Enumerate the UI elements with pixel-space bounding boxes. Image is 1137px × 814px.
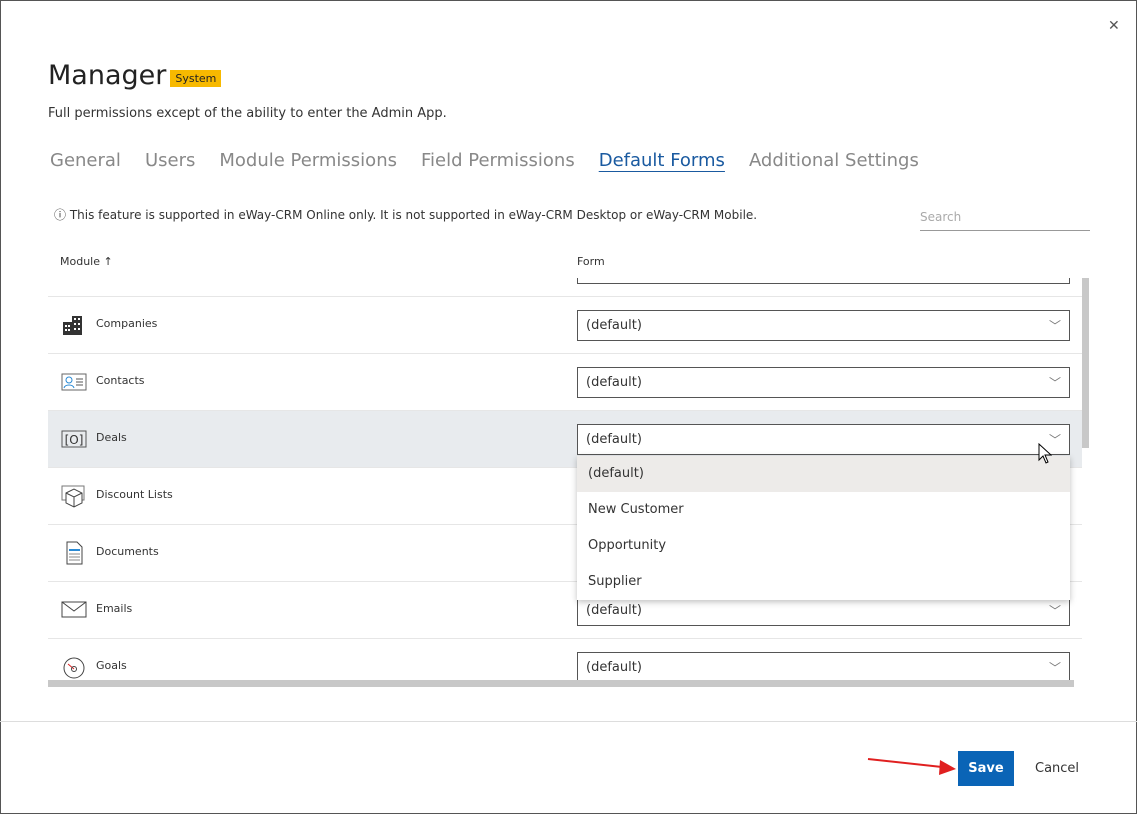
- module-name: Documents: [96, 545, 159, 558]
- info-message: ⓘ This feature is supported in eWay-CRM …: [54, 208, 758, 222]
- dropdown-option-opportunity[interactable]: Opportunity: [577, 528, 1070, 564]
- buildings-icon: [61, 313, 87, 337]
- chevron-down-icon: ﹀: [1048, 661, 1061, 675]
- table-row: Goals (default) ﹀: [48, 639, 1082, 680]
- svg-text:[O]: [O]: [65, 433, 84, 447]
- close-icon[interactable]: ✕: [1108, 18, 1120, 34]
- box-icon: [61, 484, 87, 508]
- document-icon: [61, 541, 87, 565]
- tab-field-permissions[interactable]: Field Permissions: [421, 150, 575, 171]
- form-select[interactable]: (default) ﹀: [577, 310, 1070, 341]
- module-name: Companies: [96, 317, 158, 330]
- table-row: Contacts (default) ﹀: [48, 354, 1082, 411]
- chevron-down-icon: ﹀: [1048, 604, 1061, 618]
- dropdown-option-default[interactable]: (default): [577, 456, 1070, 492]
- form-select-value: (default): [586, 603, 642, 618]
- page-title: Manager System: [48, 60, 222, 91]
- form-select-value: (default): [586, 432, 642, 447]
- module-name: Goals: [96, 659, 127, 672]
- chevron-down-icon: ﹀: [1048, 376, 1061, 390]
- table-row: Companies (default) ﹀: [48, 297, 1082, 354]
- role-name: Manager: [48, 60, 167, 91]
- chevron-down-icon: ﹀: [1048, 319, 1061, 333]
- dropdown-option-new-customer[interactable]: New Customer: [577, 492, 1070, 528]
- tab-bar: General Users Module Permissions Field P…: [50, 150, 919, 171]
- horizontal-scrollbar[interactable]: [48, 680, 1074, 687]
- deal-icon: [O]: [61, 427, 87, 451]
- footer-divider: [0, 721, 1137, 722]
- column-header-form: Form: [577, 255, 605, 268]
- module-name: Discount Lists: [96, 488, 173, 501]
- column-header-module-label: Module ↑: [60, 255, 113, 268]
- module-name: Contacts: [96, 374, 145, 387]
- form-select[interactable]: (default) ﹀: [577, 367, 1070, 398]
- column-header-module[interactable]: Module ↑: [60, 255, 113, 268]
- envelope-icon: [61, 598, 87, 622]
- gauge-icon: [61, 655, 87, 679]
- tab-additional-settings[interactable]: Additional Settings: [749, 150, 919, 171]
- module-name: Emails: [96, 602, 133, 615]
- annotation-arrow-icon: [867, 758, 956, 775]
- form-select[interactable]: (default)﹀: [577, 424, 1070, 455]
- module-name: Deals: [96, 431, 127, 444]
- form-select-value: (default): [586, 660, 642, 675]
- form-select[interactable]: (default) ﹀: [577, 652, 1070, 680]
- search-input[interactable]: [920, 203, 1090, 231]
- dropdown-option-supplier[interactable]: Supplier: [577, 564, 1070, 600]
- save-button[interactable]: Save: [958, 751, 1014, 786]
- tab-users[interactable]: Users: [145, 150, 195, 171]
- tab-module-permissions[interactable]: Module Permissions: [219, 150, 397, 171]
- tab-general[interactable]: General: [50, 150, 121, 171]
- form-dropdown-list: (default) New Customer Opportunity Suppl…: [577, 456, 1070, 600]
- table-row: [48, 278, 1082, 297]
- vertical-scrollbar[interactable]: [1082, 278, 1089, 448]
- form-select-value: (default): [586, 375, 642, 390]
- system-badge: System: [170, 70, 222, 87]
- form-select-value: (default): [586, 318, 642, 333]
- pointer-cursor-icon: [1038, 443, 1052, 464]
- tab-default-forms[interactable]: Default Forms: [599, 150, 725, 171]
- contact-card-icon: [61, 370, 87, 394]
- form-select[interactable]: [577, 278, 1070, 284]
- role-description: Full permissions except of the ability t…: [48, 106, 447, 121]
- cancel-button[interactable]: Cancel: [1035, 761, 1079, 776]
